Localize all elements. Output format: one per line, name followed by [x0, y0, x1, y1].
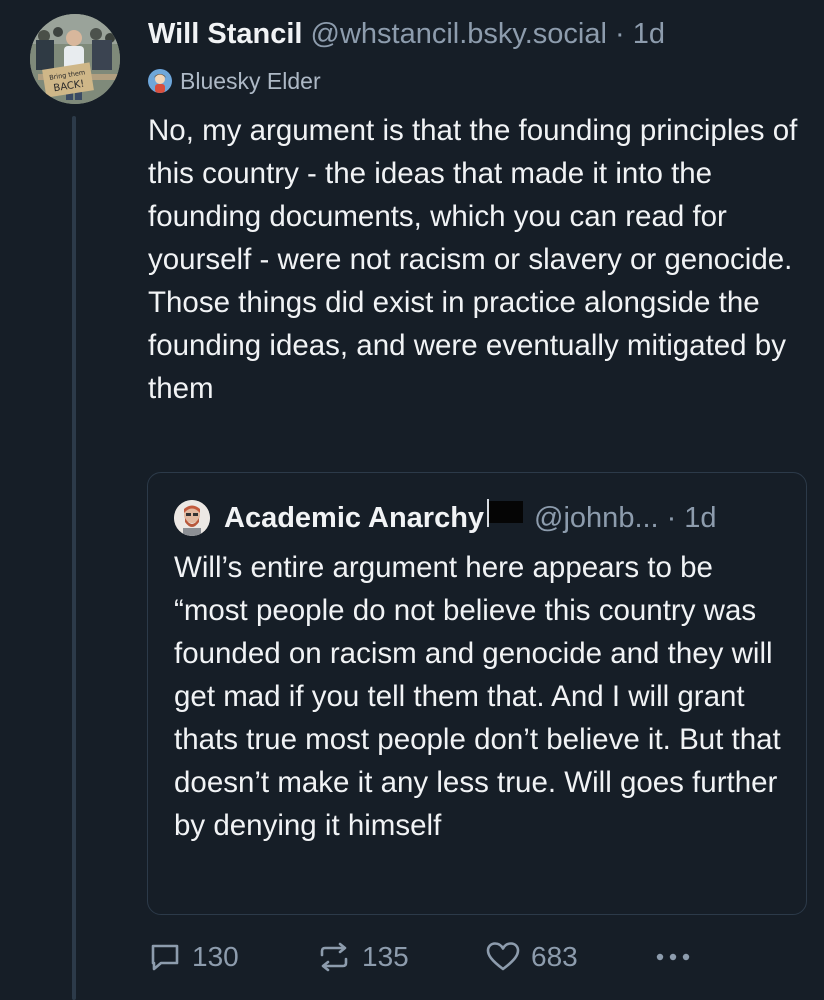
post: Bring them BACK! Will Stancil @whstancil… [0, 0, 824, 1000]
quoted-header-separator: · [666, 501, 677, 534]
reply-count: 130 [192, 941, 239, 972]
repost-button[interactable]: 135 [316, 935, 409, 979]
like-count: 683 [531, 941, 578, 972]
quoted-author-name[interactable]: Academic Anarchy [224, 498, 484, 538]
black-flag-icon [486, 497, 526, 538]
like-button[interactable]: 683 [485, 935, 578, 979]
quoted-post-header: Academic Anarchy @johnb... · 1d [174, 497, 717, 538]
post-text: No, my argument is that the founding pri… [148, 114, 798, 405]
post-header: Will Stancil @whstancil.bsky.social · 1d [148, 14, 665, 54]
badge-avatar-icon [148, 69, 172, 93]
quoted-author-handle[interactable]: @johnb... [534, 498, 659, 538]
post-actions: 130 135 683 [148, 935, 748, 979]
reply-button[interactable]: 130 [148, 935, 239, 979]
post-timestamp[interactable]: 1d [633, 18, 665, 50]
author-badge[interactable]: Bluesky Elder [148, 64, 321, 98]
quoted-post[interactable]: Academic Anarchy @johnb... · 1d Will’s e… [147, 472, 807, 915]
header-separator: · [615, 18, 625, 50]
repost-count: 135 [362, 941, 409, 972]
author-avatar[interactable]: Bring them BACK! [30, 14, 120, 104]
quoted-author-avatar [174, 499, 210, 536]
thread-line [72, 116, 76, 1000]
repost-icon [320, 942, 348, 972]
more-options-button[interactable] [653, 935, 703, 979]
heart-icon [486, 942, 520, 971]
badge-label: Bluesky Elder [180, 67, 321, 94]
author-avatar-image: Bring them BACK! [30, 14, 120, 104]
reply-icon [151, 944, 179, 971]
ellipsis-icon [656, 953, 690, 961]
author-display-name[interactable]: Will Stancil [148, 18, 302, 50]
quoted-post-text: Will’s entire argument here appears to b… [174, 551, 781, 842]
author-handle[interactable]: @whstancil.bsky.social [311, 18, 607, 50]
quoted-timestamp[interactable]: 1d [684, 498, 716, 538]
